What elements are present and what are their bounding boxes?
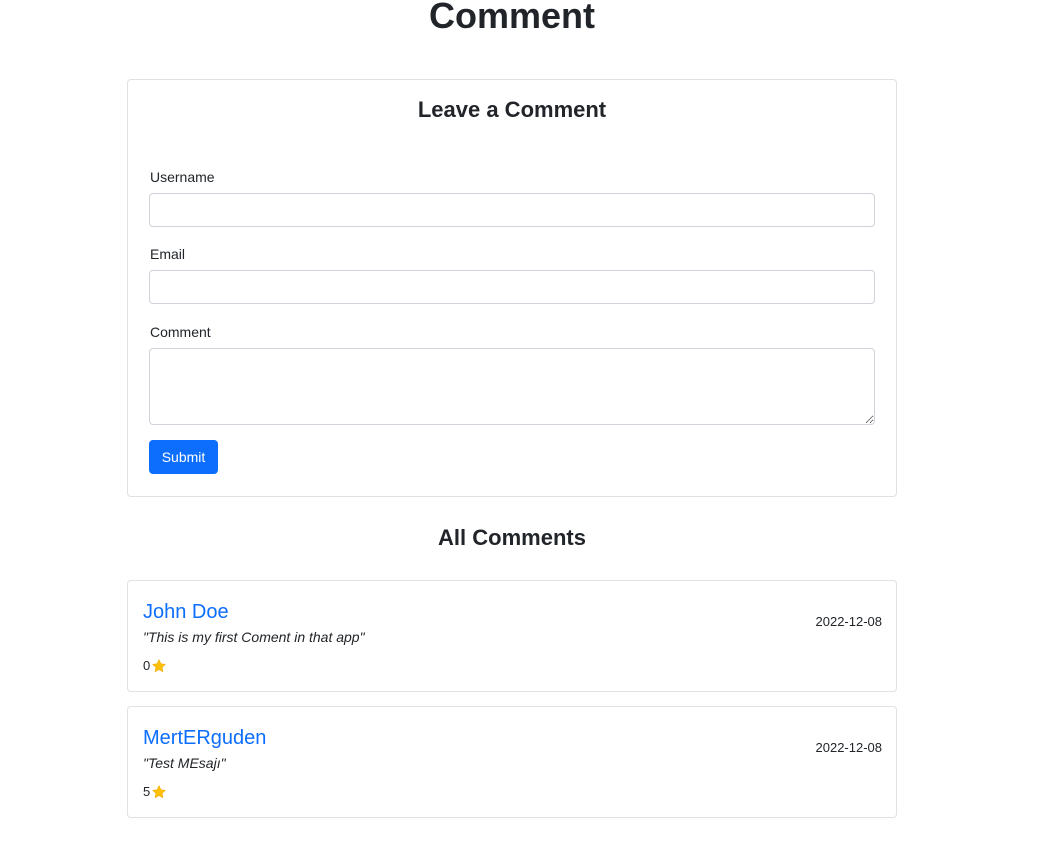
- comment-text: "Test MEsajı": [143, 755, 226, 771]
- email-label: Email: [150, 246, 186, 262]
- rating-value: 5: [143, 784, 151, 799]
- comment-date: 2022-12-08: [815, 614, 883, 629]
- comment-username-link[interactable]: MertERguden: [143, 725, 266, 751]
- submit-button[interactable]: Submit: [149, 440, 218, 474]
- page-title: Comment: [428, 0, 595, 36]
- star-icon: [152, 785, 166, 798]
- comment-card: John Doe 2022-12-08 "This is my first Co…: [127, 580, 897, 692]
- comment-username-link[interactable]: John Doe: [143, 599, 229, 625]
- comment-rating: 5: [143, 783, 167, 801]
- comment-form-card: Leave a Comment Username Email Comment S…: [127, 79, 897, 497]
- star-icon: [152, 659, 166, 672]
- comment-rating: 0: [143, 657, 167, 675]
- comment-date: 2022-12-08: [815, 740, 883, 755]
- rating-value: 0: [143, 658, 151, 673]
- username-input[interactable]: [149, 193, 875, 227]
- comment-textarea[interactable]: [149, 348, 875, 425]
- all-comments-title: All Comments: [438, 525, 586, 550]
- username-label: Username: [150, 169, 215, 185]
- comment-text: "This is my first Coment in that app": [143, 629, 365, 645]
- form-title: Leave a Comment: [417, 97, 607, 122]
- comment-card: MertERguden 2022-12-08 "Test MEsajı" 5: [127, 706, 897, 818]
- comment-label: Comment: [150, 324, 211, 340]
- email-input[interactable]: [149, 270, 875, 304]
